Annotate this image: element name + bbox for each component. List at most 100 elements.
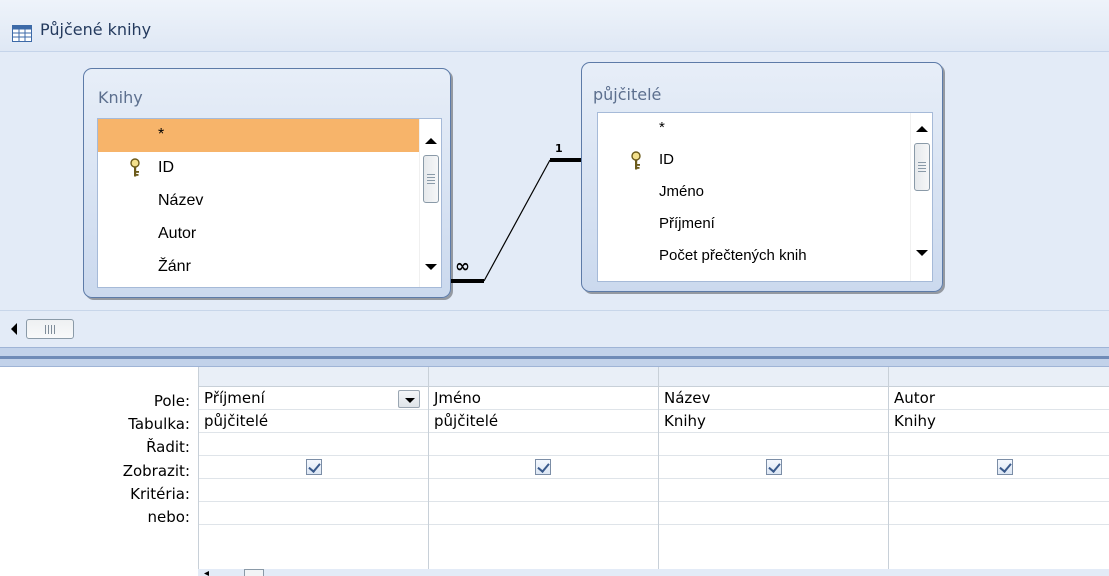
field-name: Název: [158, 192, 204, 209]
criteria-cell[interactable]: [659, 479, 888, 502]
row-label-field: Pole:: [153, 392, 190, 410]
pane-splitter[interactable]: [0, 347, 1109, 367]
criteria-cell[interactable]: [889, 479, 1109, 502]
show-cell[interactable]: [889, 456, 1109, 479]
field-name: Počet přečtených knih: [659, 247, 807, 264]
field-value: Autor: [894, 389, 935, 407]
field-item-pocet[interactable]: Počet přečtených knih: [598, 241, 910, 274]
field-item-star[interactable]: *: [98, 119, 419, 152]
row-label-criteria: Kritéria:: [130, 485, 190, 503]
scroll-thumb[interactable]: [26, 319, 74, 339]
field-cell[interactable]: Autor: [889, 387, 1109, 410]
grid-column-1[interactable]: Příjmení půjčitelé: [198, 367, 428, 569]
primary-key-icon: [631, 151, 641, 170]
field-name: Autor: [158, 225, 197, 242]
table-knihy-field-list[interactable]: * ID Název Autor Žánr: [97, 118, 442, 288]
table-knihy-scrollbar[interactable]: [419, 119, 441, 287]
column-selector[interactable]: [429, 367, 658, 387]
scroll-down-icon[interactable]: [914, 245, 930, 261]
field-value: Název: [664, 389, 711, 407]
field-name: *: [158, 126, 165, 143]
field-cell[interactable]: Název: [659, 387, 888, 410]
field-name: ID: [659, 151, 674, 168]
table-cell[interactable]: Knihy: [889, 410, 1109, 433]
show-cell[interactable]: [199, 456, 428, 479]
field-name: ID: [158, 159, 174, 176]
column-selector[interactable]: [659, 367, 888, 387]
or-cell[interactable]: [659, 502, 888, 525]
show-cell[interactable]: [659, 456, 888, 479]
field-name: *: [659, 119, 665, 136]
field-cell[interactable]: Příjmení: [199, 387, 428, 410]
table-diagram-pane[interactable]: 1 ∞ Knihy * ID Název Autor Žánr půjčitel…: [0, 52, 1109, 310]
table-value: půjčitelé: [204, 412, 269, 430]
grid-horizontal-scrollbar[interactable]: [198, 569, 1109, 576]
field-item-jmeno[interactable]: Jméno: [598, 177, 910, 210]
table-knihy-title: Knihy: [98, 88, 143, 107]
field-item-id[interactable]: ID: [98, 152, 419, 185]
column-selector[interactable]: [199, 367, 428, 387]
or-cell[interactable]: [199, 502, 428, 525]
grid-column-2[interactable]: Jméno půjčitelé: [428, 367, 658, 569]
table-value: Knihy: [664, 412, 706, 430]
sort-cell[interactable]: [889, 433, 1109, 456]
field-item-star[interactable]: *: [598, 113, 910, 146]
field-dropdown-button[interactable]: [398, 390, 420, 408]
criteria-cell[interactable]: [199, 479, 428, 502]
scroll-thumb[interactable]: [914, 143, 930, 191]
field-cell[interactable]: Jméno: [429, 387, 658, 410]
table-cell[interactable]: Knihy: [659, 410, 888, 433]
scroll-thumb[interactable]: [244, 569, 264, 576]
row-label-or: nebo:: [147, 508, 191, 526]
scroll-down-icon[interactable]: [423, 259, 439, 275]
scroll-up-icon[interactable]: [914, 121, 930, 137]
table-pujcitele-scrollbar[interactable]: [910, 113, 932, 281]
table-cell[interactable]: půjčitelé: [429, 410, 658, 433]
table-value: Knihy: [894, 412, 936, 430]
relationship-many-label: ∞: [455, 256, 470, 277]
table-cell[interactable]: půjčitelé: [199, 410, 428, 433]
query-design-grid[interactable]: Pole: Tabulka: Řadit: Zobrazit: Kritéria…: [0, 367, 1109, 576]
scroll-left-icon[interactable]: [10, 323, 18, 335]
column-selector[interactable]: [889, 367, 1109, 387]
query-tab[interactable]: Půjčené knihy: [0, 0, 1109, 52]
table-value: půjčitelé: [434, 412, 499, 430]
field-value: Jméno: [434, 389, 481, 407]
field-item-autor[interactable]: Autor: [98, 218, 419, 251]
or-cell[interactable]: [429, 502, 658, 525]
field-value: Příjmení: [204, 389, 265, 407]
field-item-id[interactable]: ID: [598, 145, 910, 178]
criteria-cell[interactable]: [429, 479, 658, 502]
show-checkbox[interactable]: [306, 459, 322, 475]
show-checkbox[interactable]: [535, 459, 551, 475]
grid-column-3[interactable]: Název Knihy: [658, 367, 888, 569]
relationship-one-label: 1: [555, 142, 563, 155]
or-cell[interactable]: [889, 502, 1109, 525]
diagram-horizontal-scrollbar[interactable]: [0, 310, 1109, 347]
show-checkbox[interactable]: [766, 459, 782, 475]
sort-cell[interactable]: [199, 433, 428, 456]
row-label-show: Zobrazit:: [122, 462, 190, 480]
scroll-left-icon[interactable]: [204, 571, 209, 576]
query-icon: [12, 25, 32, 42]
query-title: Půjčené knihy: [40, 20, 152, 39]
sort-cell[interactable]: [659, 433, 888, 456]
field-name: Jméno: [659, 183, 705, 200]
field-name: Žánr: [158, 258, 191, 275]
field-item-zanr[interactable]: Žánr: [98, 251, 419, 284]
show-checkbox[interactable]: [997, 459, 1013, 475]
scroll-up-icon[interactable]: [423, 133, 439, 149]
row-label-sort: Řadit:: [146, 438, 190, 456]
table-knihy[interactable]: Knihy * ID Název Autor Žánr: [83, 68, 451, 298]
table-pujcitele-title: půjčitelé: [593, 85, 662, 104]
grid-column-4[interactable]: Autor Knihy: [888, 367, 1109, 569]
field-item-nazev[interactable]: Název: [98, 185, 419, 218]
sort-cell[interactable]: [429, 433, 658, 456]
table-pujcitele[interactable]: půjčitelé * ID Jméno Příjmení Počet přeč…: [581, 62, 943, 292]
primary-key-icon: [130, 158, 140, 177]
row-label-table: Tabulka:: [128, 415, 190, 433]
scroll-thumb[interactable]: [423, 155, 439, 203]
show-cell[interactable]: [429, 456, 658, 479]
table-pujcitele-field-list[interactable]: * ID Jméno Příjmení Počet přečtených kni…: [597, 112, 933, 282]
field-item-prijmeni[interactable]: Příjmení: [598, 209, 910, 242]
